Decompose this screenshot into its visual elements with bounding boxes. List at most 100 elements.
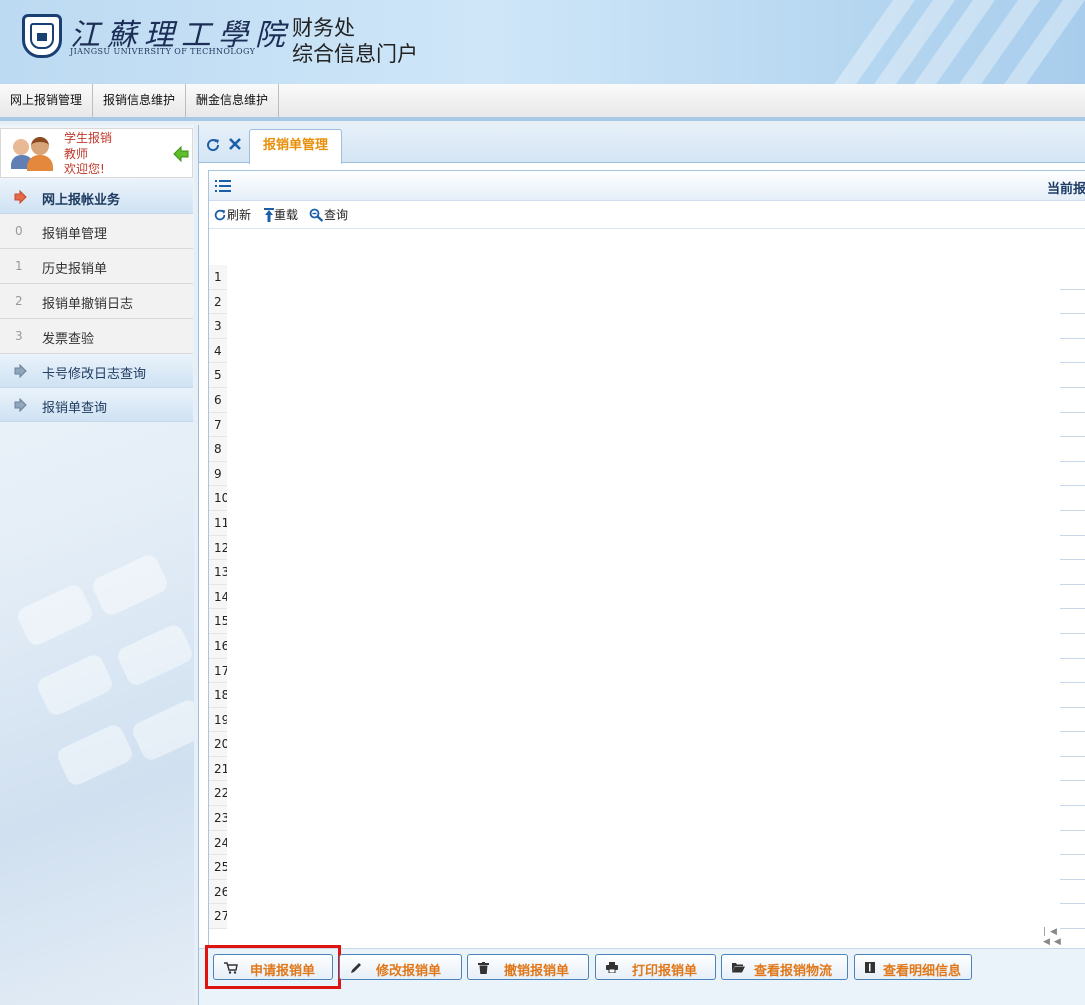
- trash-icon: [478, 962, 489, 974]
- user-info-box: 学生报销 教师 欢迎您!: [0, 128, 193, 178]
- sidebar-group-reimbursement-query[interactable]: 报销单查询: [0, 388, 193, 422]
- grid-cell: [1060, 536, 1085, 561]
- grid-cell: [1060, 659, 1085, 684]
- sidebar-item-reimbursement-manage[interactable]: 0 报销单管理: [0, 214, 193, 249]
- view-logistics-button[interactable]: 查看报销物流: [721, 954, 848, 980]
- query-button[interactable]: 查询: [309, 206, 348, 224]
- row-number: 4: [209, 338, 227, 364]
- reload-button[interactable]: 重载: [264, 206, 298, 224]
- row-number: 1: [209, 265, 227, 290]
- button-label: 申请报销单: [250, 964, 316, 979]
- grid-cell: [1060, 560, 1085, 585]
- grid-cell: [1060, 683, 1085, 708]
- reload-label: 重载: [274, 208, 299, 222]
- grid-cell: [1060, 855, 1085, 880]
- grid-cell: [1060, 462, 1085, 487]
- user-role: 学生报销: [64, 131, 113, 145]
- row-number: 9: [209, 461, 227, 487]
- search-icon: [309, 208, 324, 222]
- sidebar: 学生报销 教师 欢迎您! 网上报帐业务 0 报销单管理 1 历史报销单 2 报销…: [0, 125, 194, 1005]
- refresh-label: 刷新: [227, 208, 252, 222]
- print-icon: [606, 962, 618, 973]
- row-number: 10: [209, 486, 227, 511]
- row-number: 6: [209, 387, 227, 413]
- row-number: 25: [209, 855, 227, 880]
- cart-icon: [224, 962, 238, 974]
- grid-cell: [1060, 806, 1085, 831]
- sidebar-group-label: 卡号修改日志查询: [42, 367, 147, 382]
- sidebar-group-card-log[interactable]: 卡号修改日志查询: [0, 354, 193, 388]
- sidebar-item-label: 发票查验: [42, 332, 95, 347]
- list-icon: [215, 180, 231, 192]
- refresh-icon[interactable]: [205, 137, 221, 153]
- revoke-reimbursement-button[interactable]: 撤销报销单: [467, 954, 589, 980]
- action-bar: 申请报销单 修改报销单 撤销报销单 打印报销单 查看报销物流 查看明细信息: [199, 945, 1085, 1005]
- sidebar-group-label: 网上报帐业务: [42, 193, 121, 208]
- grid-cell: [1060, 363, 1085, 388]
- row-number: 16: [209, 633, 227, 659]
- sidebar-group-online-accounting[interactable]: 网上报帐业务: [0, 180, 193, 214]
- sidebar-item-invoice-check[interactable]: 3 发票查验: [0, 319, 193, 354]
- row-number-column: 1234567891011121314151617181920212223242…: [209, 265, 227, 930]
- arrow-right-icon: [14, 398, 27, 412]
- row-number: 22: [209, 781, 227, 807]
- sidebar-item-revoke-log[interactable]: 2 报销单撤销日志: [0, 284, 193, 319]
- grid-cell: [1060, 388, 1085, 413]
- grid-cell: [1060, 781, 1085, 807]
- collapse-arrow-icon[interactable]: [173, 146, 189, 162]
- grid-cell: [1060, 265, 1085, 290]
- sidebar-group-label: 报销单查询: [42, 401, 108, 416]
- grid-cell: [1060, 585, 1085, 610]
- row-number: 7: [209, 412, 227, 438]
- row-number: 23: [209, 806, 227, 831]
- sidebar-item-history[interactable]: 1 历史报销单: [0, 249, 193, 284]
- row-number: 8: [209, 437, 227, 462]
- sidebar-item-number: 0: [15, 224, 23, 238]
- refresh-button[interactable]: 刷新: [213, 206, 251, 224]
- row-number: 26: [209, 879, 227, 905]
- close-icon[interactable]: [228, 137, 242, 151]
- header-banner: 江蘇理工學院 JIANGSU UNIVERSITY OF TECHNOLOGY …: [0, 0, 1085, 84]
- query-label: 查询: [324, 208, 349, 222]
- menu-item-online-reimbursement[interactable]: 网上报销管理: [0, 84, 94, 117]
- row-number: 3: [209, 314, 227, 339]
- menu-item-remuneration-info[interactable]: 酬金信息维护: [186, 84, 280, 117]
- button-label: 查看明细信息: [883, 964, 962, 979]
- pager-controls[interactable]: |◀ ◀◀: [1043, 927, 1085, 947]
- grid-right-column: [1060, 265, 1085, 930]
- tab-label: 报销单管理: [263, 138, 329, 153]
- print-reimbursement-button[interactable]: 打印报销单: [595, 954, 716, 980]
- row-number: 27: [209, 904, 227, 930]
- grid-cell: [1060, 609, 1085, 634]
- view-details-button[interactable]: 查看明细信息: [854, 954, 972, 980]
- arrow-right-icon: [14, 364, 27, 378]
- user-welcome: 欢迎您!: [64, 162, 105, 176]
- menu-item-reimbursement-info[interactable]: 报销信息维护: [93, 84, 187, 117]
- main-content: 报销单管理 当前报 刷新 重载 查询 1 2 3 4 5 6 7 8 9 1 1…: [198, 125, 1085, 1005]
- grid-cell: [1060, 904, 1085, 930]
- pencil-icon: [351, 963, 361, 973]
- row-number: 19: [209, 707, 227, 733]
- user-avatar-icon: [11, 137, 55, 173]
- row-number: 13: [209, 560, 227, 585]
- grid-cell: [1060, 732, 1085, 757]
- row-number: 18: [209, 683, 227, 708]
- book-icon: [865, 962, 875, 973]
- apply-reimbursement-button[interactable]: 申请报销单: [213, 954, 333, 980]
- button-label: 修改报销单: [376, 964, 442, 979]
- datagrid-panel: 当前报 刷新 重载 查询 1 2 3 4 5 6 7 8 9 1 1 1 1 1…: [208, 170, 1085, 948]
- row-number: 21: [209, 756, 227, 782]
- sidebar-item-label: 报销单撤销日志: [42, 297, 134, 312]
- tab-reimbursement-manage[interactable]: 报销单管理: [249, 129, 343, 164]
- panel-toolbar: 刷新 重载 查询: [209, 201, 1085, 229]
- modify-reimbursement-button[interactable]: 修改报销单: [339, 954, 462, 980]
- grid-cell: [1060, 880, 1085, 905]
- panel-title: 当前报: [1047, 182, 1085, 197]
- sidebar-item-number: 1: [15, 259, 23, 273]
- row-number: 20: [209, 732, 227, 757]
- grid-cell: [1060, 511, 1085, 536]
- upload-arrow-icon: [264, 208, 274, 222]
- refresh-icon: [214, 209, 226, 221]
- grid-cell: [1060, 290, 1085, 315]
- row-number: 2: [209, 289, 227, 315]
